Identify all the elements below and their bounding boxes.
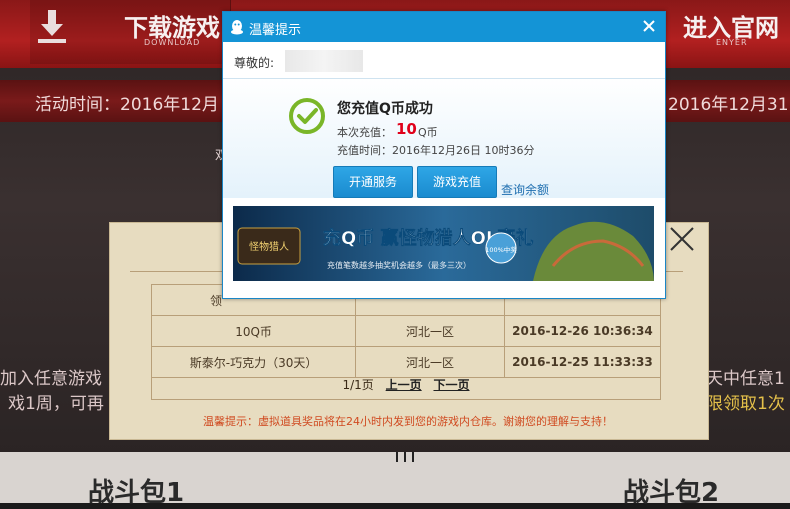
side-text-right-2: 限领取1次 — [706, 394, 785, 414]
recharge-dialog: 温馨提示 尊敬的: 您充值Q币成功 本次充值： 10 Q币 充值时间：2016年… — [222, 11, 666, 299]
close-icon[interactable] — [668, 225, 696, 253]
banner-subline: 充值笔数越多抽奖机会越多（最多三次） — [327, 260, 471, 270]
battle-pack-1-title: 战斗包1 — [88, 478, 185, 508]
banner-badge: 100%中奖 — [485, 245, 517, 254]
prize-item: 10Q币 — [150, 315, 357, 347]
enter-site-subtitle: ENYER — [716, 38, 748, 47]
battle-pack-2-title: 战斗包2 — [623, 478, 720, 508]
page-indicator: 1/1页 — [342, 378, 374, 392]
activity-time-end: 2016年12月31 — [668, 95, 789, 115]
prize-notice: 温馨提示：虚拟道具奖品将在24小时内发到您的游戏内仓库。谢谢您的理解与支持！ — [203, 415, 613, 428]
activity-time-start: 活动时间：2016年12月 — [35, 95, 219, 115]
open-service-button[interactable]: 开通服务 — [333, 166, 413, 198]
qq-penguin-icon — [231, 20, 243, 35]
dialog-divider — [223, 78, 665, 79]
side-text-left-2: 戏1周，可再 — [8, 394, 104, 414]
success-check-icon — [289, 98, 325, 134]
amount-unit: Q币 — [418, 126, 438, 139]
side-text-right-1: 天中任意1 — [706, 369, 785, 389]
divider-icon — [396, 452, 414, 462]
banner-logo: 怪物猎人 — [249, 240, 289, 253]
promo-banner[interactable]: 怪物猎人 充Q币 赢怪物猎人OL豪礼 充值笔数越多抽奖机会越多（最多三次） 10… — [233, 206, 654, 281]
download-subtitle: DOWNLOAD — [144, 38, 201, 47]
amount-label: 本次充值： — [337, 126, 392, 139]
success-message: 您充值Q币成功 — [337, 101, 433, 117]
close-icon[interactable] — [641, 18, 657, 34]
dialog-title: 温馨提示 — [249, 23, 302, 38]
amount-value: 10 — [396, 120, 417, 138]
recharge-time: 充值时间：2016年12月26日 10时36分 — [337, 144, 535, 157]
next-page-link[interactable]: 下一页 — [433, 378, 469, 392]
side-text-left-1: 加入任意游戏 — [0, 369, 102, 389]
prize-time: 2016-12-26 10:36:34 — [503, 315, 662, 347]
greeting: 尊敬的: — [234, 56, 275, 70]
game-recharge-button[interactable]: 游戏充值 — [417, 166, 497, 198]
blurred-username — [285, 50, 363, 72]
pagination: 1/1页 上一页 下一页 — [151, 370, 661, 400]
download-icon — [38, 10, 66, 43]
query-balance-link[interactable]: 查询余额 — [501, 181, 549, 198]
table-row: 10Q币 河北一区 2016-12-26 10:36:34 — [150, 315, 662, 347]
prev-page-link[interactable]: 上一页 — [386, 378, 422, 392]
prize-server: 河北一区 — [355, 315, 505, 347]
